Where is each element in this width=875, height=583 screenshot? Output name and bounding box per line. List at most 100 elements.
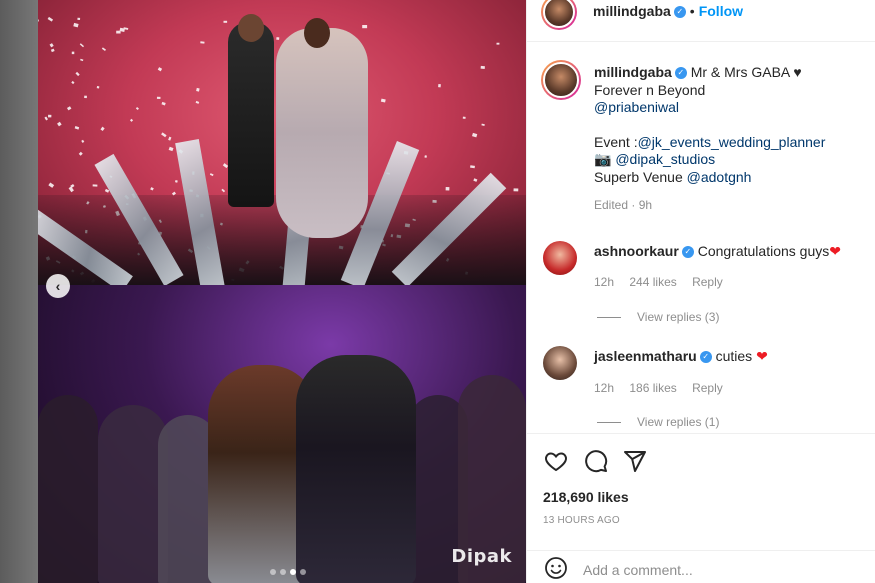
verified-badge-icon: ✓ xyxy=(674,67,687,80)
post-media-carousel[interactable]: Dipak ‹ xyxy=(38,0,526,583)
confetti-piece xyxy=(101,47,107,52)
comment-meta: 12h 186 likes Reply xyxy=(594,381,735,395)
commenter-avatar[interactable] xyxy=(543,241,577,275)
caption-edited-time: Edited · 9h xyxy=(594,198,653,212)
confetti-piece xyxy=(74,126,80,130)
confetti-piece xyxy=(196,87,200,92)
share-button[interactable] xyxy=(622,448,648,474)
bride-figure xyxy=(276,28,368,238)
caption-mention[interactable]: @priabeniwal xyxy=(594,99,864,117)
groom-figure xyxy=(228,22,274,207)
confetti-piece xyxy=(168,146,174,152)
chevron-left-icon: ‹ xyxy=(55,278,61,294)
confetti-piece xyxy=(462,116,466,119)
caption-username[interactable]: millindgaba xyxy=(594,64,672,80)
verified-badge-icon: ✓ xyxy=(673,5,686,18)
confetti-piece xyxy=(156,96,161,100)
carousel-dot-active xyxy=(290,569,296,575)
confetti-piece xyxy=(100,126,105,132)
comment-item: ashnoorkaur ✓ Congratulations guys❤ 12h 2… xyxy=(527,238,875,328)
share-icon xyxy=(624,451,646,472)
add-comment-input[interactable] xyxy=(583,559,853,581)
confetti-piece xyxy=(471,132,478,138)
comment-likes[interactable]: 186 likes xyxy=(629,381,676,395)
verified-badge-icon: ✓ xyxy=(681,246,694,259)
confetti-piece xyxy=(161,132,167,138)
author-avatar[interactable] xyxy=(541,0,577,30)
wedding-photo-stage xyxy=(38,0,526,285)
confetti-piece xyxy=(73,22,79,28)
confetti-piece xyxy=(47,16,54,22)
confetti-piece xyxy=(78,151,83,156)
confetti-piece xyxy=(68,186,74,193)
left-gutter xyxy=(0,0,38,583)
confetti-piece xyxy=(129,118,134,122)
post-caption: millindgaba ✓ Mr & Mrs GABA ♥ Forever n B… xyxy=(594,64,864,215)
carousel-dots xyxy=(270,569,306,575)
confetti-piece xyxy=(79,43,85,48)
author-username[interactable]: millindgaba xyxy=(593,3,671,19)
confetti-piece xyxy=(92,184,98,187)
caption-author-avatar[interactable] xyxy=(541,60,581,100)
commenter-username[interactable]: jasleenmatharu xyxy=(594,348,697,364)
confetti-piece xyxy=(157,67,163,72)
comment-body: ashnoorkaur ✓ Congratulations guys❤ xyxy=(594,243,841,260)
comment-reply-button[interactable]: Reply xyxy=(692,381,723,395)
emoji-button[interactable] xyxy=(543,555,569,581)
confetti-piece xyxy=(48,114,52,118)
confetti-piece xyxy=(223,20,228,23)
bride-head xyxy=(304,18,330,48)
groom-head xyxy=(238,14,264,42)
comment-item: jasleenmatharu ✓ cuties ❤ 12h 186 likes R… xyxy=(527,343,875,433)
confetti-piece xyxy=(80,58,84,62)
post-side-panel: millindgaba ✓ • Follow millindgaba ✓ Mr & Mr… xyxy=(526,0,875,583)
confetti-piece xyxy=(496,42,500,45)
view-replies-button[interactable]: View replies (1) xyxy=(597,415,719,429)
post-timestamp[interactable]: 13 HOURS AGO xyxy=(543,515,620,526)
confetti-piece xyxy=(66,106,72,111)
post-actions: 218,690 likes 13 HOURS AGO xyxy=(527,433,875,583)
red-heart-icon: ❤ xyxy=(829,243,841,259)
red-heart-icon: ❤ xyxy=(756,348,768,364)
view-replies-button[interactable]: View replies (3) xyxy=(597,310,719,324)
confetti-piece xyxy=(150,187,154,191)
carousel-dot xyxy=(280,569,286,575)
like-button[interactable] xyxy=(543,448,569,474)
likes-count[interactable]: 218,690 likes xyxy=(543,489,629,505)
caption-venue-mention[interactable]: @adotgnh xyxy=(687,169,752,185)
caption-event-mention[interactable]: @jk_events_wedding_planner xyxy=(638,134,826,150)
confetti-piece xyxy=(168,136,172,141)
caption-studio-mention[interactable]: @dipak_studios xyxy=(615,151,715,167)
confetti-piece xyxy=(195,100,200,104)
confetti-piece xyxy=(57,121,62,127)
comment-time: 12h xyxy=(594,275,615,289)
comment-text: Congratulations guys xyxy=(697,243,830,259)
follow-button[interactable]: Follow xyxy=(699,3,743,19)
header-separator: • xyxy=(689,3,695,19)
emoji-icon xyxy=(545,557,567,579)
confetti-piece xyxy=(276,37,280,40)
confetti-piece xyxy=(71,80,75,85)
dipak-watermark: Dipak xyxy=(451,546,512,567)
comment-likes[interactable]: 244 likes xyxy=(629,275,676,289)
confetti-piece xyxy=(513,188,519,192)
comment-button[interactable] xyxy=(583,448,609,474)
confetti-piece xyxy=(116,30,121,34)
caption-venue-label: Superb Venue xyxy=(594,168,687,185)
comment-body: jasleenmatharu ✓ cuties ❤ xyxy=(594,348,768,365)
verified-badge-icon: ✓ xyxy=(699,351,712,364)
confetti-piece xyxy=(48,182,55,188)
commenter-username[interactable]: ashnoorkaur xyxy=(594,243,679,259)
confetti-piece xyxy=(44,116,48,121)
camera-icon: 📷 xyxy=(594,151,612,167)
commenter-avatar[interactable] xyxy=(543,346,577,380)
carousel-prev-button[interactable]: ‹ xyxy=(46,274,70,298)
confetti-piece xyxy=(424,155,427,158)
confetti-piece xyxy=(221,188,226,193)
wedding-photo-dance: Dipak xyxy=(38,285,526,583)
carousel-dot xyxy=(300,569,306,575)
confetti-piece xyxy=(470,165,475,169)
comment-meta: 12h 244 likes Reply xyxy=(594,275,735,289)
comment-reply-button[interactable]: Reply xyxy=(692,275,723,289)
comment-time: 12h xyxy=(594,381,615,395)
